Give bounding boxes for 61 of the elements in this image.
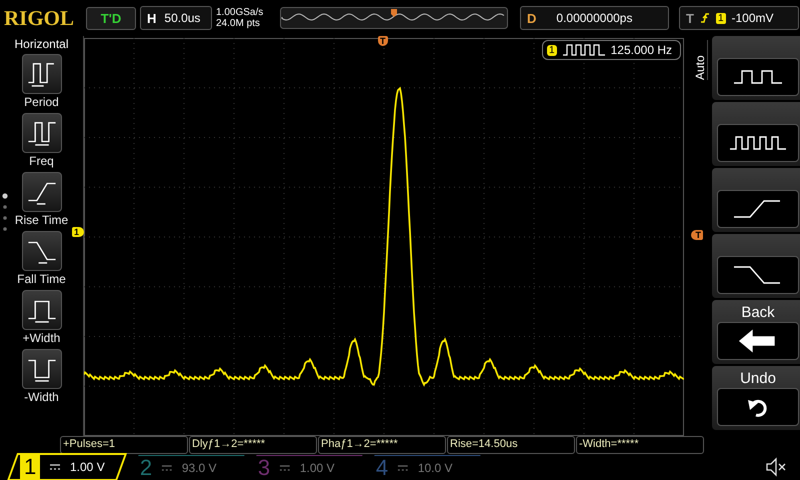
- softkey-button[interactable]: [717, 322, 799, 360]
- trigger-label: T: [686, 10, 694, 26]
- delay-value: 0.00000000ps: [556, 11, 632, 25]
- measure-label: +Width: [22, 330, 60, 346]
- softkey-label: Back: [741, 304, 775, 322]
- measure-button[interactable]: [22, 290, 62, 330]
- counter-value: 125.000 Hz: [610, 43, 672, 57]
- measure-label: Fall Time: [17, 271, 66, 287]
- channel-number: 2: [140, 454, 152, 480]
- menu-title: Auto: [693, 40, 708, 80]
- measure-label: Period: [24, 94, 59, 110]
- channel-number: 1: [20, 454, 40, 480]
- timebase-label: H: [147, 10, 156, 26]
- channel-tab[interactable]: 3 1.00 V: [247, 454, 363, 480]
- channel-tab[interactable]: 1 1.00 V: [6, 453, 128, 480]
- channel-tab[interactable]: 4 10.0 V: [365, 454, 481, 480]
- trigger-level: -100mV: [732, 11, 774, 25]
- trigger-channel: 1: [716, 12, 726, 24]
- channel-tab[interactable]: 2 93.0 V: [129, 454, 245, 480]
- sample-rate: 1.00GSa/s: [216, 7, 264, 18]
- measure-button[interactable]: [22, 349, 62, 389]
- softkey-button[interactable]: [717, 58, 799, 96]
- channel-number: 4: [376, 454, 388, 480]
- measure-button[interactable]: [22, 54, 62, 94]
- channel-scale: 93.0 V: [182, 460, 217, 474]
- timebase-value: 50.0us: [164, 11, 200, 25]
- menu-title: Horizontal: [14, 37, 69, 51]
- channel-scale: 1.00 V: [70, 460, 105, 474]
- trigger-position-marker[interactable]: T: [378, 36, 388, 46]
- softkey-button[interactable]: [717, 388, 799, 426]
- measure-label: Freq: [29, 153, 54, 169]
- trigger-level-marker[interactable]: T: [690, 230, 703, 240]
- measurement-readout: Phaƒ1→2=*****: [318, 436, 446, 454]
- softkey-button[interactable]: [717, 124, 799, 162]
- dc-coupling-icon: [50, 464, 60, 470]
- channel-scale: 1.00 V: [300, 460, 335, 474]
- counter-channel: 1: [547, 44, 557, 56]
- channel-number: 3: [258, 454, 270, 480]
- channel-offset-marker[interactable]: 1: [72, 227, 84, 237]
- rising-edge-icon: [700, 12, 710, 24]
- delay-label: D: [527, 10, 536, 26]
- undo-icon: [747, 397, 769, 417]
- measure-button[interactable]: [22, 172, 62, 212]
- channel-scale: 10.0 V: [418, 460, 453, 474]
- run-status: T'D: [86, 6, 136, 30]
- measure-label: -Width: [24, 389, 59, 405]
- page-indicator: [2, 193, 8, 233]
- measure-label: Rise Time: [14, 212, 68, 228]
- measurement-readout: Dlyƒ1→2=*****: [189, 436, 317, 454]
- mute-icon[interactable]: [765, 457, 787, 477]
- measurement-readout: Rise=14.50us: [447, 436, 575, 454]
- dc-coupling-icon: [280, 464, 290, 470]
- pulse-train-icon: [562, 44, 606, 56]
- brand-logo: RIGOL: [4, 6, 76, 30]
- dc-coupling-icon: [398, 464, 408, 470]
- dc-coupling-icon: [162, 464, 172, 470]
- memory-depth: 24.0M pts: [216, 18, 261, 29]
- measure-button[interactable]: [22, 231, 62, 271]
- measurement-readout: -Width=*****: [576, 436, 704, 454]
- measure-button[interactable]: [22, 113, 62, 153]
- softkey-label: Undo: [740, 370, 776, 388]
